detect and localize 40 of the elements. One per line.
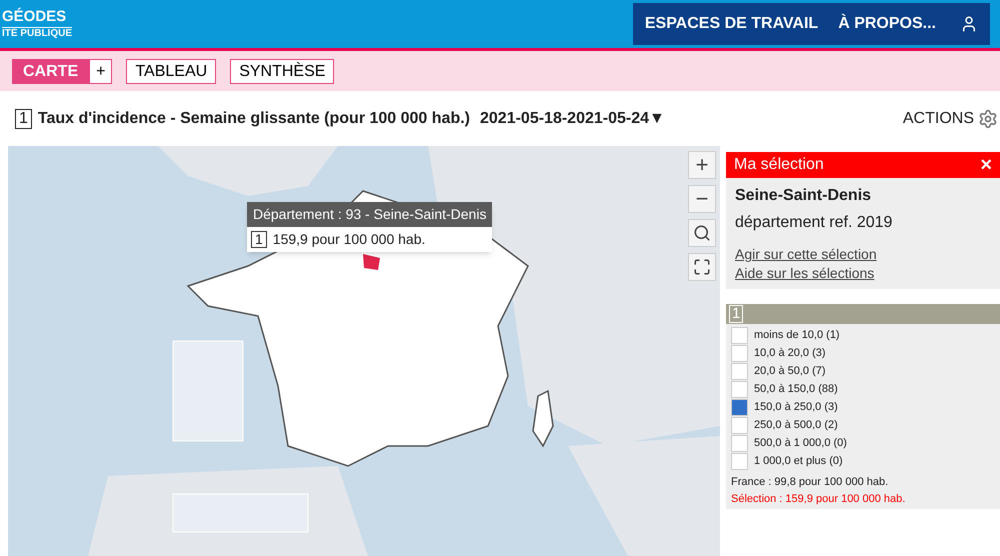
add-tab-button[interactable]: + xyxy=(89,58,112,84)
selection-ref: département ref. 2019 xyxy=(735,213,894,233)
tab[interactable]: TABLEAU xyxy=(126,58,216,84)
selection-value: Sélection : 159,9 pour 100 000 hab. xyxy=(731,492,906,506)
user-icon[interactable] xyxy=(960,15,978,33)
tab[interactable]: CARTE xyxy=(12,58,90,84)
nav-link[interactable]: ESPACES DE TRAVAIL xyxy=(644,12,818,36)
legend-label: 1 000,0 et plus (0) xyxy=(754,454,843,469)
logo-title: GÉODES xyxy=(2,8,72,28)
legend-label: moins de 10,0 (1) xyxy=(754,328,840,343)
france-value: France : 99,8 pour 100 000 hab. xyxy=(731,475,890,490)
search-icon xyxy=(693,224,711,242)
logo-subtitle: ITÉ PUBLIQUE xyxy=(2,28,72,40)
selection-link[interactable]: Aide sur les sélections xyxy=(735,264,991,283)
tab[interactable]: SYNTHÈSE xyxy=(230,58,334,84)
fullscreen-icon xyxy=(693,258,711,276)
selection-title: Ma sélection xyxy=(734,155,824,175)
legend-label: 500,0 à 1 000,0 (0) xyxy=(754,436,847,451)
search-button[interactable] xyxy=(688,219,716,247)
legend-label: 150,0 à 250,0 (3) xyxy=(754,400,838,415)
tooltip-title: Département : 93 - Seine-Saint-Denis xyxy=(247,202,492,227)
legend-label: 20,0 à 50,0 (7) xyxy=(754,364,826,379)
selection-name: Seine-Saint-Denis xyxy=(735,186,872,206)
fullscreen-button[interactable] xyxy=(688,253,716,281)
zoom-in-button[interactable]: + xyxy=(688,151,716,179)
zoom-out-button[interactable]: − xyxy=(688,185,716,213)
indicator-title: Taux d'incidence - Semaine glissante (pour 100 000 hab.) xyxy=(38,108,470,128)
legend-label: 50,0 à 150,0 (88) xyxy=(754,382,838,397)
settings-icon xyxy=(978,108,998,128)
actions-button[interactable]: ACTIONS xyxy=(902,106,998,130)
selection-link[interactable]: Agir sur cette sélection xyxy=(735,245,991,264)
close-button[interactable]: × xyxy=(980,155,992,175)
tooltip-number: 1 xyxy=(251,231,267,248)
legend-label: 10,0 à 20,0 (3) xyxy=(754,346,826,361)
nav-link[interactable]: À PROPOS... xyxy=(838,12,936,36)
tooltip-value: 159,9 pour 100 000 hab. xyxy=(272,230,426,249)
legend-number: 1 xyxy=(729,305,744,323)
legend-label: 250,0 à 500,0 (2) xyxy=(754,418,838,433)
period-dropdown[interactable]: 2021-05-18-2021-05-24▼ xyxy=(480,106,665,130)
indicator-number: 1 xyxy=(15,108,32,128)
